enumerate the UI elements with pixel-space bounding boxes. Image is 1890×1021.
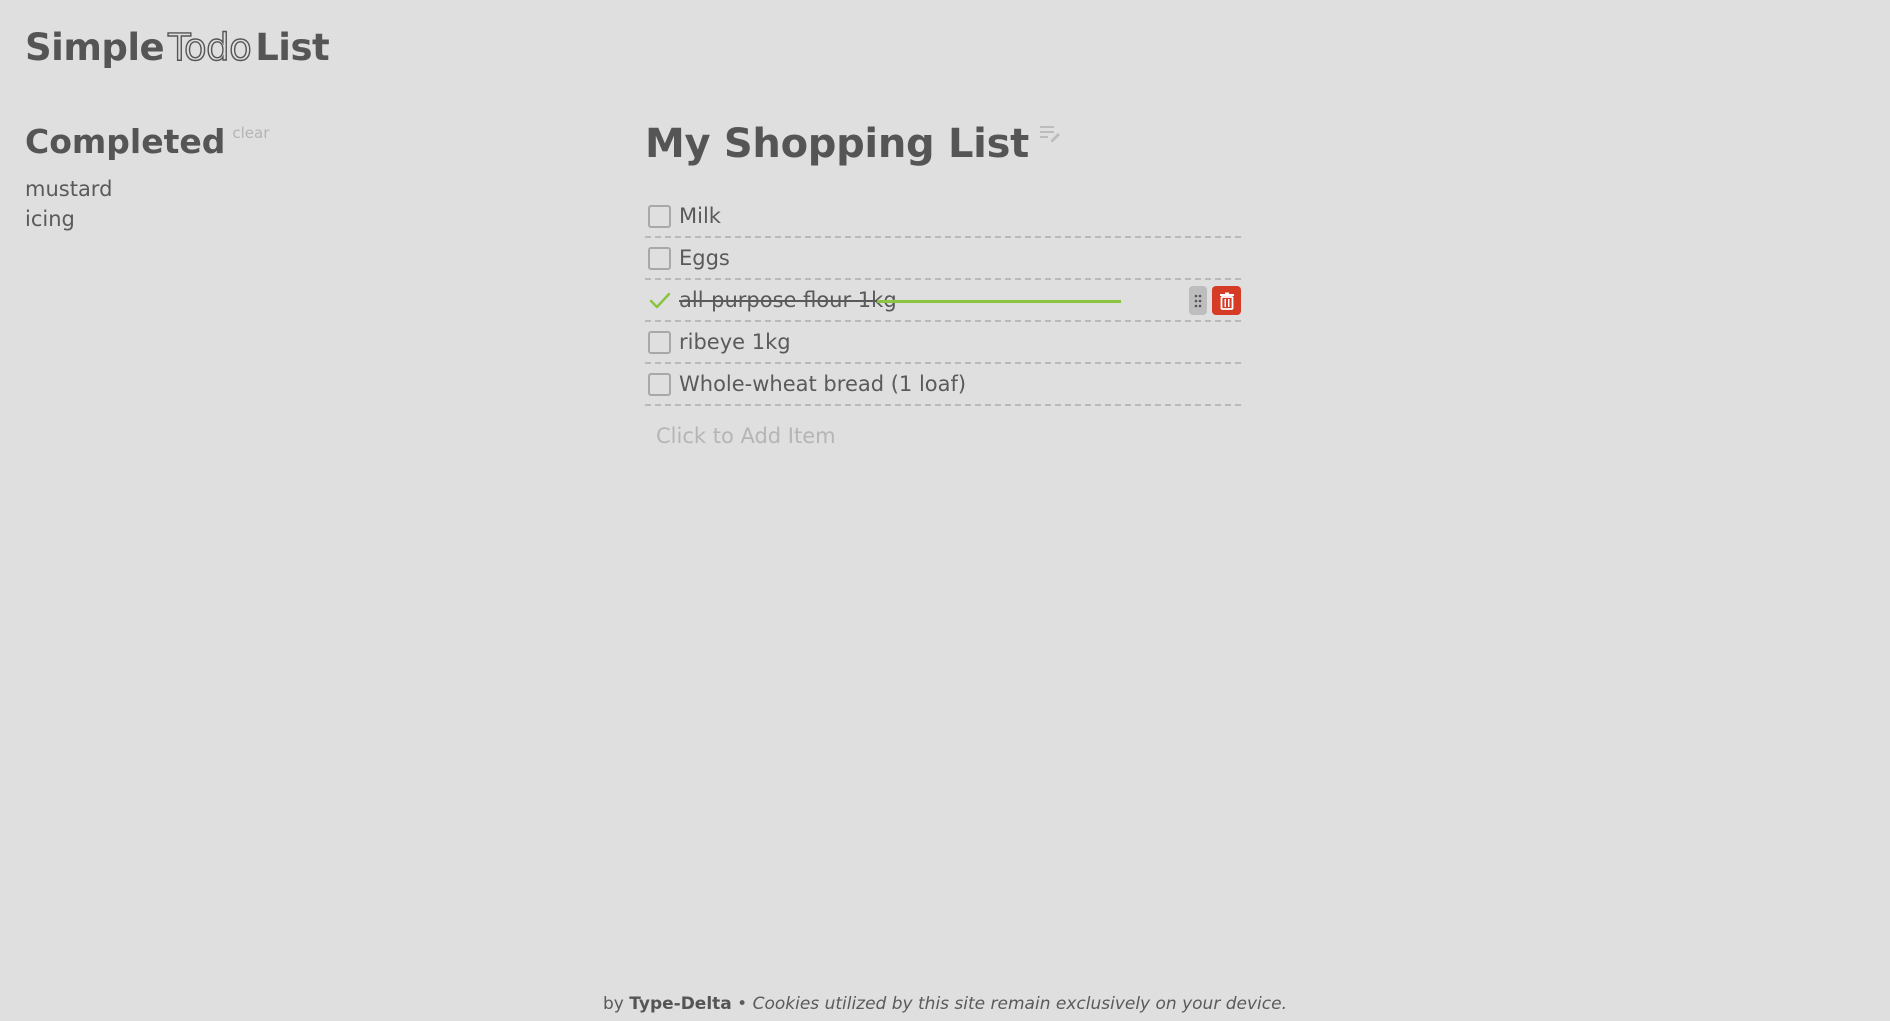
item-label[interactable]: Milk: [679, 204, 721, 228]
completed-heading: Completed: [25, 122, 226, 161]
delete-item-button[interactable]: [1212, 286, 1241, 315]
list-item[interactable]: ribeye 1kg: [645, 322, 1241, 364]
drag-handle-icon[interactable]: [1189, 286, 1207, 315]
add-item-button[interactable]: Click to Add Item: [656, 424, 1241, 448]
footer-note: Cookies utilized by this site remain exc…: [752, 994, 1287, 1014]
item-label[interactable]: Eggs: [679, 246, 730, 270]
item-checkbox[interactable]: [648, 330, 671, 354]
completed-item: mustard: [25, 177, 113, 201]
completed-panel: Completed clear mustard icing: [25, 118, 445, 234]
app-title-list: List: [255, 26, 330, 69]
list-title[interactable]: My Shopping List: [645, 118, 1029, 170]
item-checkbox[interactable]: [648, 246, 671, 270]
footer: by Type-Delta • Cookies utilized by this…: [0, 994, 1890, 1014]
app-title-simple: Simple: [25, 26, 165, 69]
item-label[interactable]: Whole-wheat bread (1 loaf): [679, 372, 966, 396]
strike-through-line: [877, 300, 1121, 303]
list-item[interactable]: Whole-wheat bread (1 loaf): [645, 364, 1241, 406]
app-title-todo: Todo: [167, 25, 252, 69]
item-checkbox[interactable]: [648, 372, 671, 396]
completed-header: Completed clear: [25, 118, 445, 166]
shopping-list: My Shopping List Milk Eggs all-purpose f…: [645, 118, 1241, 448]
list-header: My Shopping List: [645, 118, 1241, 170]
item-label[interactable]: all-purpose flour 1kg: [679, 288, 897, 312]
list-item[interactable]: Milk: [645, 196, 1241, 238]
completed-item: icing: [25, 207, 75, 231]
list-item[interactable]: Eggs: [645, 238, 1241, 280]
footer-by: by: [603, 994, 624, 1014]
completed-list: mustard icing: [25, 174, 445, 234]
footer-brand-link[interactable]: Type-Delta: [629, 994, 731, 1014]
footer-separator: •: [737, 994, 748, 1014]
clear-completed-link[interactable]: clear: [232, 124, 269, 142]
todo-items: Milk Eggs all-purpose flour 1kg ribeye 1…: [645, 196, 1241, 406]
edit-list-icon[interactable]: [1039, 123, 1061, 143]
app-title: Simple Todo List: [25, 25, 330, 69]
check-icon[interactable]: [647, 289, 674, 312]
list-item[interactable]: all-purpose flour 1kg: [645, 280, 1241, 322]
item-checkbox[interactable]: [648, 204, 671, 228]
trash-icon: [1219, 292, 1234, 310]
item-label[interactable]: ribeye 1kg: [679, 330, 791, 354]
